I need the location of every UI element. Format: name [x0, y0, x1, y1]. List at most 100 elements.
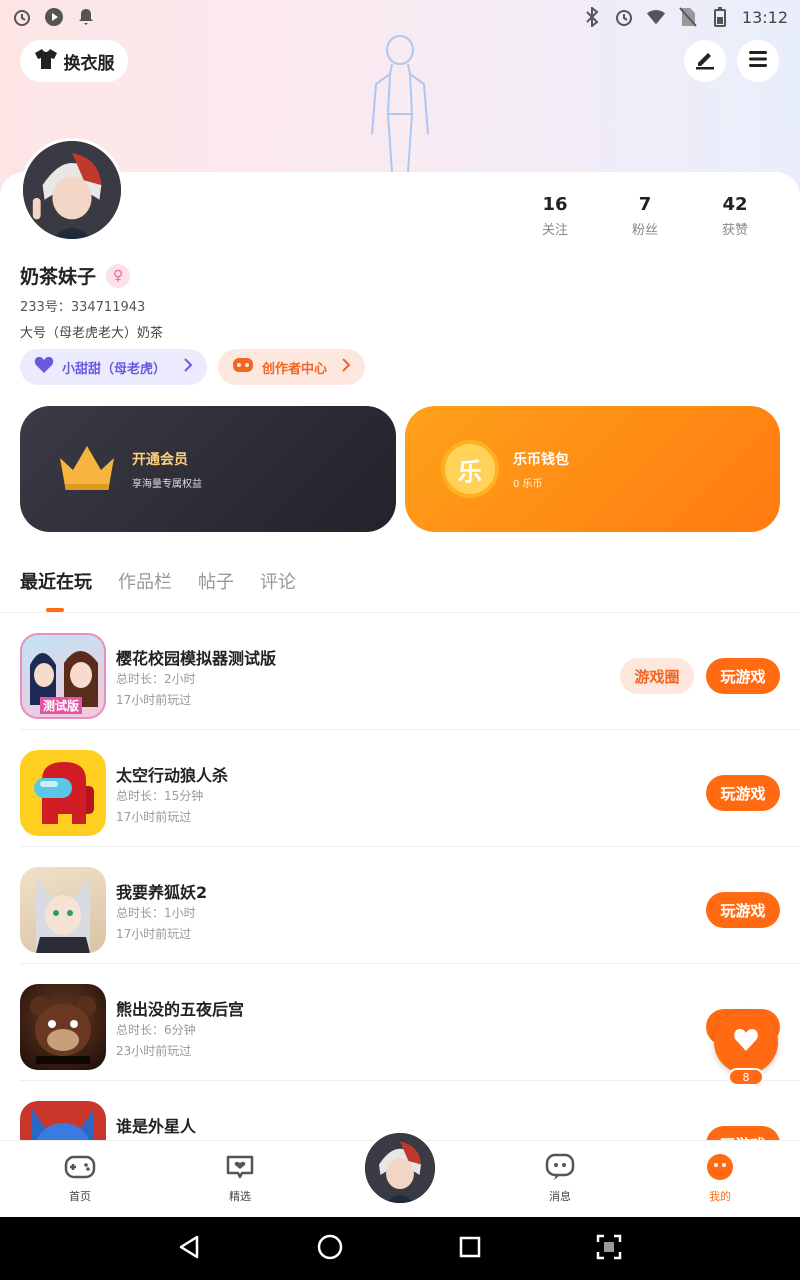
user-id-value: 334711943: [70, 300, 146, 315]
tshirt-icon: [34, 48, 58, 75]
menu-button[interactable]: [737, 40, 779, 82]
game-name: 樱花校园模拟器测试版: [116, 649, 277, 668]
game-icon-sakura[interactable]: 测试版: [20, 633, 106, 719]
game-duration: 总时长：6分钟: [116, 1023, 196, 1037]
nav-featured[interactable]: 精选: [200, 1153, 280, 1204]
stat-following-label: 关注: [541, 223, 568, 238]
like-count-badge: 8: [728, 1068, 764, 1086]
nav-center-avatar[interactable]: [362, 1130, 438, 1206]
tab-works[interactable]: 作品栏: [118, 568, 172, 594]
list-item[interactable]: 测试版 樱花校园模拟器测试版 总时长：2小时 17小时前玩过 游戏圈 玩游戏: [20, 613, 800, 730]
game-last-played: 17小时前玩过: [116, 927, 192, 941]
game-last-played: 23小时前玩过: [116, 1044, 192, 1058]
profile-tabs: 最近在玩 作品栏 帖子 评论: [20, 568, 296, 594]
partner-label: 小甜甜（母老虎）: [62, 361, 167, 377]
alarm-icon: [614, 7, 634, 27]
heart-icon: [733, 1028, 759, 1056]
recents-square-icon[interactable]: [458, 1235, 482, 1263]
game-name: 谁是外星人: [116, 1117, 197, 1136]
play-game-button[interactable]: 玩游戏: [706, 775, 780, 811]
nav-home-label: 首页: [69, 1190, 91, 1203]
coin-char: 乐: [458, 457, 482, 486]
tab-comments[interactable]: 评论: [260, 568, 296, 594]
game-duration: 总时长：15分钟: [116, 789, 204, 803]
alarm-icon: [12, 7, 32, 27]
change-costume-button[interactable]: 换衣服: [20, 40, 128, 82]
play-circle-icon: [44, 7, 64, 27]
stat-following[interactable]: 16 关注: [510, 194, 600, 238]
vip-subtitle: 享海量专属权益: [132, 478, 202, 490]
game-name: 熊出没的五夜后宫: [116, 1000, 245, 1019]
edit-button[interactable]: [684, 40, 726, 82]
wifi-icon: [646, 7, 666, 27]
gamepad-icon: [64, 1153, 96, 1184]
play-game-button[interactable]: 玩游戏: [706, 658, 780, 694]
game-icon-bear[interactable]: [20, 984, 106, 1070]
stat-fans-label: 粉丝: [631, 223, 658, 238]
stat-likes-label: 获赞: [721, 223, 748, 238]
wallet-title: 乐币钱包: [513, 451, 569, 468]
user-avatar[interactable]: [20, 138, 124, 242]
status-time: 13:12: [741, 7, 788, 27]
tab-recently-played[interactable]: 最近在玩: [20, 568, 92, 594]
game-duration: 总时长：2小时: [116, 672, 196, 686]
game-circle-button[interactable]: 游戏圈: [620, 658, 694, 694]
bluetooth-icon: [582, 7, 602, 27]
nav-featured-label: 精选: [229, 1190, 251, 1203]
home-circle-icon[interactable]: [316, 1233, 344, 1265]
gamepad-icon: [232, 357, 254, 377]
creator-center-pill[interactable]: 创作者中心: [218, 349, 365, 385]
battery-icon: [710, 7, 730, 27]
notification-icon: [76, 7, 96, 27]
user-bio: 大号（母老虎老大）奶茶: [20, 326, 164, 341]
username: 奶茶妹子 ♀: [20, 262, 131, 289]
list-item[interactable]: 太空行动狼人杀 总时长：15分钟 17小时前玩过 玩游戏: [20, 730, 800, 847]
vip-title: 开通会员: [132, 451, 188, 468]
nav-me-label: 我的: [709, 1190, 731, 1203]
list-item[interactable]: 熊出没的五夜后宫 总时长：6分钟 23小时前玩过 玩游戏: [20, 964, 800, 1081]
stat-fans-count: 7: [638, 194, 652, 215]
smiley-face-icon: [705, 1153, 735, 1184]
game-icon-among-us[interactable]: [20, 750, 106, 836]
vip-card[interactable]: 开通会员 享海量专属权益: [20, 406, 396, 532]
recent-games-list: 测试版 樱花校园模拟器测试版 总时长：2小时 17小时前玩过 游戏圈 玩游戏 太…: [0, 613, 800, 1198]
creator-center-label: 创作者中心: [262, 361, 328, 377]
game-last-played: 17小时前玩过: [116, 693, 192, 707]
stat-following-count: 16: [542, 194, 568, 215]
change-costume-label: 换衣服: [63, 53, 115, 74]
nav-me[interactable]: 我的: [680, 1153, 760, 1204]
chat-bubble-icon: [544, 1153, 576, 1184]
heart-chat-icon: [224, 1153, 256, 1184]
chevron-right-icon: [341, 358, 351, 376]
crown-icon: [56, 442, 118, 496]
play-game-button[interactable]: 玩游戏: [706, 892, 780, 928]
female-gender-icon: ♀: [106, 263, 131, 288]
game-name: 太空行动狼人杀: [116, 766, 229, 785]
screenshot-icon[interactable]: [595, 1233, 623, 1265]
nav-home[interactable]: 首页: [40, 1153, 120, 1204]
chevron-right-icon: [183, 358, 193, 376]
stat-likes[interactable]: 42 获赞: [690, 194, 780, 238]
user-id: 233号：334711943: [20, 300, 146, 315]
stat-fans[interactable]: 7 粉丝: [600, 194, 690, 238]
back-icon[interactable]: [177, 1234, 203, 1264]
game-icon-fox[interactable]: [20, 867, 106, 953]
status-bar: 13:12: [0, 0, 800, 34]
game-duration: 总时长：1小时: [116, 906, 196, 920]
avatar-3d-figure[interactable]: [362, 34, 438, 174]
profile-stats: 16 关注 7 粉丝 42 获赞: [510, 194, 780, 238]
list-item[interactable]: 我要养狐妖2 总时长：1小时 17小时前玩过 玩游戏: [20, 847, 800, 964]
stat-likes-count: 42: [722, 194, 748, 215]
tab-posts[interactable]: 帖子: [198, 568, 234, 594]
game-name: 我要养狐妖2: [116, 883, 208, 902]
menu-icon: [747, 49, 769, 73]
nav-messages[interactable]: 消息: [520, 1153, 600, 1204]
game-icon-sakura-label: 测试版: [40, 697, 83, 714]
partner-pill[interactable]: 小甜甜（母老虎）: [20, 349, 207, 385]
system-nav-bar: [0, 1217, 800, 1280]
game-last-played: 17小时前玩过: [116, 810, 192, 824]
username-text: 奶茶妹子: [20, 266, 97, 288]
like-fab-button[interactable]: [714, 1010, 778, 1074]
heart-icon: [34, 356, 54, 378]
wallet-card[interactable]: 乐 乐币钱包 0 乐币: [405, 406, 780, 532]
